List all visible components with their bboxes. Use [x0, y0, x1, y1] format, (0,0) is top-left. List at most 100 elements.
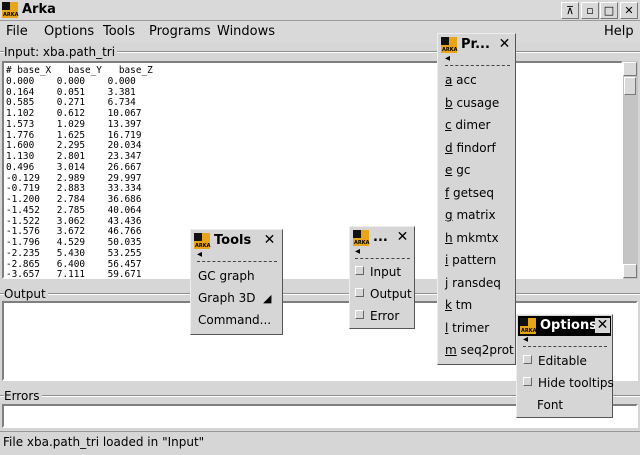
input-pane-label: Input: xba.path_tri [4, 45, 118, 59]
program-item-findorf[interactable]: d findorf [445, 141, 496, 155]
menu-item-output[interactable]: Output [355, 287, 412, 301]
scroll-down-arrow-icon[interactable] [623, 264, 637, 278]
program-item-cusage[interactable]: b cusage [445, 96, 499, 110]
scroll-up-arrow-icon[interactable] [623, 62, 637, 76]
menu-programs[interactable]: Programs [149, 24, 211, 39]
close-icon[interactable]: ✕ [595, 318, 610, 333]
arka-logo-icon: ARKA [441, 37, 457, 53]
menu-item-command[interactable]: Command... [198, 313, 271, 327]
windows-tearoff-menu: ARKA ... ✕ ◂ Input Output Error [349, 226, 415, 329]
program-item-label: ransdeq [448, 275, 501, 290]
close-icon[interactable]: ✕ [395, 230, 410, 245]
menu-item-output-label: Output [370, 287, 412, 301]
arka-logo-icon: ARKA [2, 2, 18, 18]
menu-tools[interactable]: Tools [103, 24, 135, 39]
menu-item-input[interactable]: Input [355, 265, 401, 279]
program-item-label: tm [451, 298, 473, 312]
program-item-pattern[interactable]: i pattern [445, 253, 496, 267]
checkbox-icon [523, 355, 532, 364]
maximize-button[interactable]: □ [600, 2, 618, 19]
program-item-gc[interactable]: e gc [445, 163, 470, 177]
program-item-key: d [445, 140, 453, 155]
window-title-bar[interactable]: ARKA Arka ⊼ ▫ □ ✕ [0, 0, 640, 21]
program-item-label: findorf [452, 140, 496, 155]
checkbox-icon [355, 288, 364, 297]
arka-logo-icon: ARKA [520, 318, 536, 334]
status-text: File xba.path_tri loaded in "Input" [3, 435, 205, 449]
menu-options[interactable]: Options [44, 24, 94, 39]
program-item-label: matrix [452, 208, 496, 222]
program-item-seq2prot[interactable]: m seq2prot [445, 343, 514, 357]
checkbox-icon [355, 266, 364, 275]
tearoff-line[interactable]: ◂ [197, 249, 277, 262]
options-tearoff-menu: ARKA Options ✕ ◂ Editable Hide tooltips … [516, 314, 614, 418]
programs-tearoff-menu: ARKA Pr... ✕ ◂ a acc b cusage c dimer d fin… [437, 33, 516, 365]
output-separator [0, 293, 640, 295]
submenu-arrow-icon: ◢ [263, 292, 272, 305]
program-item-acc[interactable]: a acc [445, 73, 477, 87]
programs-menu-title-bar[interactable]: ARKA Pr... ✕ [439, 35, 514, 55]
options-menu-title: Options [540, 318, 597, 333]
program-item-ransdeq[interactable]: j ransdeq [445, 276, 501, 290]
tools-tearoff-menu: ARKA Tools ✕ ◂ GC graph Graph 3D ◢ Comma… [190, 229, 283, 335]
menu-item-hide-tooltips-label: Hide tooltips [538, 376, 614, 390]
menu-help[interactable]: Help [604, 24, 634, 39]
menu-windows[interactable]: Windows [217, 24, 275, 39]
scroll-thumb[interactable] [624, 77, 636, 95]
tools-menu-title: Tools [214, 233, 252, 248]
menu-item-hide-tooltips[interactable]: Hide tooltips [523, 376, 614, 390]
close-icon[interactable]: ✕ [497, 37, 512, 52]
stick-icon[interactable]: ⊼ [561, 2, 579, 19]
arka-logo-icon: ARKA [194, 233, 210, 249]
menu-item-editable-label: Editable [538, 354, 587, 368]
program-item-mkmtx[interactable]: h mkmtx [445, 231, 499, 245]
tools-menu-title-bar[interactable]: ARKA Tools ✕ [192, 231, 281, 251]
program-item-label: getseq [449, 185, 495, 200]
checkbox-icon [355, 310, 364, 319]
tearoff-line[interactable]: ◂ [445, 53, 510, 66]
program-item-trimer[interactable]: l trimer [445, 321, 489, 335]
program-item-label: gc [452, 163, 471, 177]
program-item-tm[interactable]: k tm [445, 298, 472, 312]
program-item-dimer[interactable]: c dimer [445, 118, 490, 132]
program-item-key: b [445, 95, 453, 110]
program-item-key: m [445, 343, 457, 357]
minimize-button[interactable]: ▫ [581, 2, 599, 19]
menu-item-graph-3d[interactable]: Graph 3D [198, 291, 256, 305]
input-text-content: # base_X base_Y base_Z 0.000 0.000 0.000… [6, 65, 153, 279]
program-item-label: seq2prot [456, 343, 514, 357]
arka-logo-icon: ARKA [353, 230, 369, 246]
tearoff-line[interactable]: ◂ [355, 246, 410, 259]
menu-item-gc-graph[interactable]: GC graph [198, 269, 255, 283]
checkbox-icon [523, 377, 532, 386]
program-item-label: pattern [448, 253, 497, 267]
tearoff-line[interactable]: ◂ [523, 334, 607, 347]
program-item-key: k [445, 298, 452, 312]
close-button[interactable]: ✕ [620, 2, 638, 19]
program-item-getseq[interactable]: f getseq [445, 186, 494, 200]
window-title: Arka [22, 2, 56, 17]
programs-menu-title: Pr... [461, 37, 490, 52]
menu-item-font[interactable]: Font [537, 398, 563, 412]
program-item-key: g [445, 208, 453, 222]
windows-menu-title-bar[interactable]: ARKA ... ✕ [351, 228, 413, 248]
input-scrollbar[interactable] [623, 61, 638, 279]
options-menu-title-bar[interactable]: ARKA Options ✕ [518, 316, 611, 336]
program-item-label: acc [452, 73, 477, 87]
program-item-label: mkmtx [452, 230, 499, 245]
errors-pane-label: Errors [4, 389, 42, 403]
menu-item-error[interactable]: Error [355, 309, 399, 323]
program-item-matrix[interactable]: g matrix [445, 208, 496, 222]
input-text-area[interactable]: # base_X base_Y base_Z 0.000 0.000 0.000… [2, 61, 623, 279]
program-item-label: trimer [448, 320, 490, 335]
close-icon[interactable]: ✕ [262, 233, 277, 248]
windows-menu-title: ... [373, 230, 388, 245]
status-bar: File xba.path_tri loaded in "Input" [0, 431, 640, 455]
program-item-label: cusage [452, 95, 500, 110]
menu-file[interactable]: File [6, 24, 28, 39]
menu-item-input-label: Input [370, 265, 402, 279]
program-item-key: c [445, 118, 452, 132]
menu-item-editable[interactable]: Editable [523, 354, 587, 368]
program-item-label: dimer [451, 118, 491, 132]
menu-bar: File Options Tools Programs Windows Help [0, 21, 640, 43]
